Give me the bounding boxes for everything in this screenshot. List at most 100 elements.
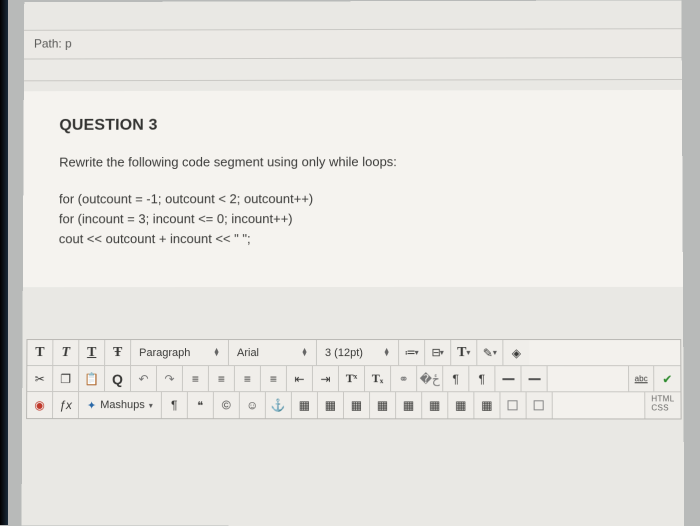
updown-icon: ▲▼ bbox=[383, 349, 390, 357]
fontsize-select[interactable]: 3 (12pt) ▲▼ bbox=[317, 340, 399, 365]
table-cell-button[interactable]: ▦ bbox=[370, 393, 396, 419]
toolbar-row-3: ◉ ƒx ✦ Mashups ▾ ¶ ❝ © ☺ ⚓ ▦ ▦ ▦ ▦ ▦ ▦ ▦… bbox=[27, 392, 681, 418]
paste-button[interactable]: 📋 bbox=[79, 366, 105, 391]
outdent-button[interactable]: ⇤ bbox=[287, 367, 313, 392]
copy-button[interactable]: ❐ bbox=[53, 366, 79, 391]
ltr-button[interactable]: ¶ bbox=[443, 367, 469, 392]
toolbar-row-2: ✂ ❐ 📋 Q ↶ ↷ ≡ ≡ ≡ ≡ ⇤ ⇥ Tˣ Tₓ ⚭ �ځ ¶ ¶ a… bbox=[27, 366, 680, 392]
quote-icon: ❝ bbox=[197, 399, 203, 412]
grid-icon: ▦ bbox=[481, 399, 492, 413]
highlight-button[interactable]: ✎▾ bbox=[477, 340, 503, 365]
pilcrow-icon: ¶ bbox=[479, 372, 486, 386]
pilcrow-icon: ¶ bbox=[171, 399, 177, 413]
rich-text-toolbar: T T T Ŧ Paragraph ▲▼ Arial ▲▼ 3 (12pt) ▲… bbox=[26, 339, 682, 419]
square-icon bbox=[508, 401, 518, 411]
link-button[interactable]: ⚭ bbox=[391, 367, 417, 392]
mashups-select[interactable]: ✦ Mashups ▾ bbox=[79, 392, 162, 418]
font-select[interactable]: Arial ▲▼ bbox=[229, 340, 317, 365]
format-select[interactable]: Paragraph ▲▼ bbox=[131, 340, 229, 365]
square-icon bbox=[534, 401, 544, 411]
find-button[interactable]: Q bbox=[105, 366, 131, 391]
unlink-button[interactable]: �ځ bbox=[417, 367, 443, 392]
strike-button[interactable]: Ŧ bbox=[105, 340, 131, 365]
code-block: for (outcount = -1; outcount < 2; outcou… bbox=[59, 189, 647, 250]
fx-icon: ƒx bbox=[59, 398, 72, 412]
align-icon: ≡ bbox=[270, 372, 277, 386]
show-blocks-button[interactable]: ¶ bbox=[162, 393, 188, 419]
grid-icon: ▦ bbox=[403, 399, 414, 413]
blockquote-button[interactable]: ❝ bbox=[188, 393, 214, 419]
box-button-2[interactable] bbox=[526, 393, 552, 419]
updown-icon: ▲▼ bbox=[213, 349, 220, 357]
table-props-button[interactable]: ▦ bbox=[474, 393, 500, 419]
diamond-icon: ◈ bbox=[512, 346, 521, 360]
indent-icon: ⇥ bbox=[320, 372, 330, 386]
check-button[interactable]: ✔ bbox=[654, 367, 680, 392]
grid-icon: ▦ bbox=[325, 399, 336, 413]
html-css-toggle[interactable]: HTML CSS bbox=[644, 393, 680, 419]
pilcrow-icon: ¶ bbox=[453, 372, 459, 386]
anchor-button[interactable]: ⚓ bbox=[266, 393, 292, 419]
superscript-button[interactable]: Tˣ bbox=[339, 367, 365, 392]
grid-icon: ▦ bbox=[299, 399, 310, 413]
align-justify-button[interactable]: ≡ bbox=[261, 367, 287, 392]
section-divider bbox=[24, 58, 682, 81]
path-bar: Path: p bbox=[24, 28, 682, 59]
table-button[interactable]: ▦ bbox=[292, 393, 318, 419]
record-button[interactable]: ◉ bbox=[27, 392, 53, 418]
table-row-button[interactable]: ▦ bbox=[318, 393, 344, 419]
redo-icon: ↷ bbox=[164, 372, 174, 386]
check-icon: ✔ bbox=[662, 372, 672, 386]
question-title: QUESTION 3 bbox=[59, 116, 646, 135]
path-text: Path: p bbox=[34, 37, 72, 51]
cut-button[interactable]: ✂ bbox=[27, 366, 53, 391]
rtl-button[interactable]: ¶ bbox=[469, 367, 495, 392]
underline-button[interactable]: T bbox=[79, 340, 105, 365]
bold-button[interactable]: T bbox=[27, 340, 53, 365]
box-button[interactable] bbox=[500, 393, 526, 419]
code-line: for (incount = 3; incount <= 0; incount+… bbox=[59, 209, 647, 230]
clear-format-button[interactable]: ◈ bbox=[503, 340, 529, 365]
scissors-icon: ✂ bbox=[35, 372, 45, 386]
text-color-button[interactable]: T▾ bbox=[451, 340, 477, 365]
subscript-button[interactable]: Tₓ bbox=[365, 367, 391, 392]
question-prompt: Rewrite the following code segment using… bbox=[59, 154, 646, 170]
table-split-button[interactable]: ▦ bbox=[422, 393, 448, 419]
hr-button[interactable] bbox=[495, 367, 521, 392]
hr-button-2[interactable] bbox=[521, 367, 547, 392]
undo-button[interactable]: ↶ bbox=[131, 366, 157, 391]
pen-icon: ✎ bbox=[483, 346, 493, 360]
redo-button[interactable]: ↷ bbox=[157, 366, 183, 391]
emoticon-button[interactable]: ☺ bbox=[240, 393, 266, 419]
table-merge-button[interactable]: ▦ bbox=[396, 393, 422, 419]
clipboard-icon: 📋 bbox=[84, 372, 99, 386]
grid-icon: ▦ bbox=[351, 399, 362, 413]
grid-icon: ▦ bbox=[429, 399, 440, 413]
align-icon: ≡ bbox=[218, 372, 225, 386]
bulleted-list-button[interactable]: ≔▾ bbox=[399, 340, 425, 365]
align-left-button[interactable]: ≡ bbox=[183, 366, 209, 391]
align-center-button[interactable]: ≡ bbox=[209, 366, 235, 391]
code-line: for (outcount = -1; outcount < 2; outcou… bbox=[59, 189, 646, 210]
fx-button[interactable]: ƒx bbox=[53, 392, 79, 418]
unlink-icon: �ځ bbox=[420, 372, 440, 386]
italic-button[interactable]: T bbox=[53, 340, 79, 365]
spellcheck-button[interactable]: abc bbox=[628, 367, 654, 392]
code-line: cout << outcount + incount << " "; bbox=[59, 229, 647, 250]
indent-button[interactable]: ⇥ bbox=[313, 367, 339, 392]
outdent-icon: ⇤ bbox=[294, 372, 304, 386]
dash-icon bbox=[528, 378, 540, 380]
numbered-list-button[interactable]: ⊟▾ bbox=[425, 340, 451, 365]
align-icon: ≡ bbox=[192, 372, 199, 386]
page-content: Path: p QUESTION 3 Rewrite the following… bbox=[22, 0, 685, 526]
updown-icon: ▲▼ bbox=[301, 349, 308, 357]
align-right-button[interactable]: ≡ bbox=[235, 367, 261, 392]
copy-icon: ❐ bbox=[60, 372, 71, 386]
align-icon: ≡ bbox=[244, 372, 251, 386]
table-del-button[interactable]: ▦ bbox=[448, 393, 474, 419]
symbol-button[interactable]: © bbox=[214, 393, 240, 419]
table-col-button[interactable]: ▦ bbox=[344, 393, 370, 419]
record-icon: ◉ bbox=[34, 398, 45, 412]
grid-icon: ▦ bbox=[377, 399, 388, 413]
anchor-icon: ⚓ bbox=[271, 399, 286, 413]
